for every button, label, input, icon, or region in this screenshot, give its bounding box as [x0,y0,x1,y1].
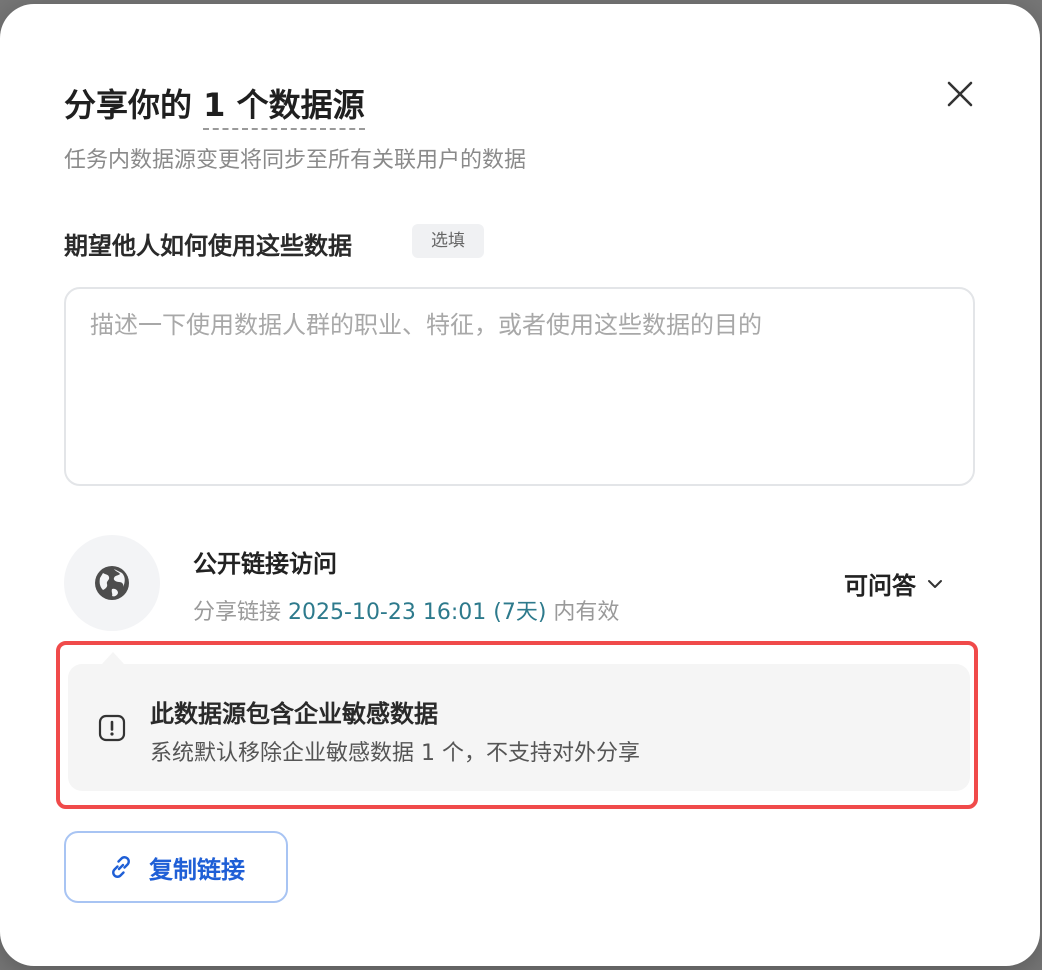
dialog-title-prefix: 分享你的 [64,86,193,124]
chevron-down-icon [928,579,942,588]
share-dialog: 分享你的 1 个数据源 任务内数据源变更将同步至所有关联用户的数据 期望他人如何… [0,4,1040,966]
datasource-count[interactable]: 1 个数据源 [203,86,365,130]
notice-highlight-frame [56,641,978,809]
close-button[interactable] [934,68,986,120]
usage-label: 期望他人如何使用这些数据 [64,232,352,260]
dialog-title: 分享你的 1 个数据源 [64,80,365,130]
copy-link-button[interactable]: 复制链接 [64,831,288,903]
validity-suffix: 内有效 [553,600,620,625]
globe-icon [95,566,129,600]
public-link-avatar [64,535,160,631]
permission-value: 可问答 [844,572,916,600]
validity-prefix: 分享链接 [193,600,282,625]
copy-link-label: 复制链接 [149,855,245,884]
public-link-validity: 分享链接 2025-10-23 16:01 (7天) 内有效 [193,594,619,626]
validity-date: 2025-10-23 16:01 (7天) [288,600,547,625]
permission-dropdown[interactable]: 可问答 [844,566,944,601]
close-icon [947,81,973,107]
usage-description-input[interactable] [64,287,975,486]
public-link-title: 公开链接访问 [193,550,337,578]
optional-badge: 选填 [412,224,484,258]
link-icon [112,856,130,878]
dialog-subtitle: 任务内数据源变更将同步至所有关联用户的数据 [64,148,527,173]
